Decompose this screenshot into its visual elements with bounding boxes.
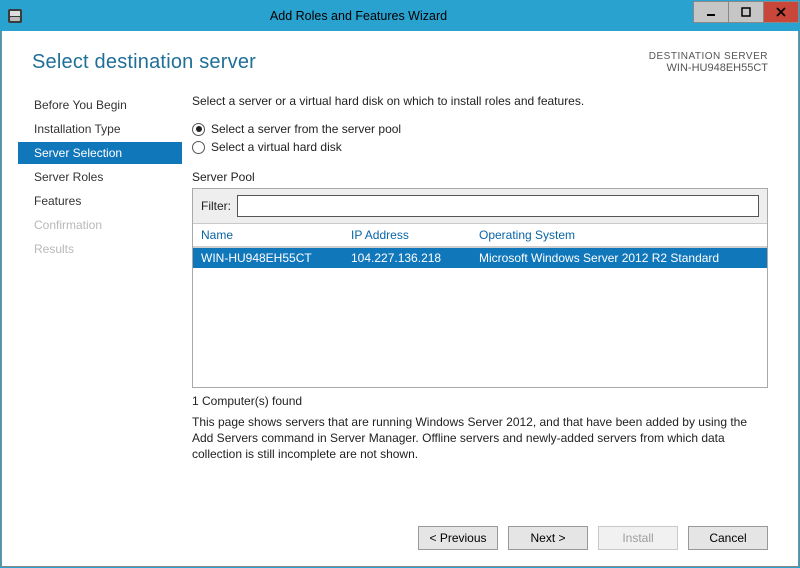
radio-vhd[interactable]: Select a virtual hard disk — [192, 140, 768, 154]
server-pool-box: Filter: Name IP Address Operating System… — [192, 188, 768, 388]
filter-row: Filter: — [193, 189, 767, 224]
col-os[interactable]: Operating System — [479, 228, 759, 242]
server-list: WIN-HU948EH55CT 104.227.136.218 Microsof… — [193, 248, 767, 387]
previous-button[interactable]: < Previous — [418, 526, 498, 550]
intro-text: Select a server or a virtual hard disk o… — [192, 94, 768, 108]
step-before-you-begin[interactable]: Before You Begin — [18, 94, 182, 116]
step-features[interactable]: Features — [18, 190, 182, 212]
server-os: Microsoft Windows Server 2012 R2 Standar… — [479, 251, 759, 265]
server-name: WIN-HU948EH55CT — [201, 251, 351, 265]
window-controls — [694, 1, 799, 31]
server-pool-label: Server Pool — [192, 170, 768, 184]
radio-vhd-label: Select a virtual hard disk — [211, 140, 342, 154]
close-button[interactable] — [763, 1, 799, 23]
step-installation-type[interactable]: Installation Type — [18, 118, 182, 140]
radio-dot-icon — [192, 141, 205, 154]
radio-server-pool-label: Select a server from the server pool — [211, 122, 401, 136]
step-server-selection[interactable]: Server Selection — [18, 142, 182, 164]
cancel-button[interactable]: Cancel — [688, 526, 768, 550]
computers-found-text: 1 Computer(s) found — [192, 394, 768, 408]
install-button: Install — [598, 526, 678, 550]
maximize-button[interactable] — [728, 1, 764, 23]
server-ip: 104.227.136.218 — [351, 251, 479, 265]
minimize-button[interactable] — [693, 1, 729, 23]
main-content: Select a server or a virtual hard disk o… — [182, 84, 798, 514]
wizard-footer: < Previous Next > Install Cancel — [2, 514, 798, 566]
filter-label: Filter: — [201, 199, 231, 213]
info-note: This page shows servers that are running… — [192, 414, 768, 463]
step-confirmation: Confirmation — [18, 214, 182, 236]
radio-server-pool[interactable]: Select a server from the server pool — [192, 122, 768, 136]
page-header: Select destination server DESTINATION SE… — [2, 31, 798, 84]
destination-label: DESTINATION SERVER — [649, 51, 768, 62]
radio-dot-icon — [192, 123, 205, 136]
col-name[interactable]: Name — [201, 228, 351, 242]
step-results: Results — [18, 238, 182, 260]
server-list-header: Name IP Address Operating System — [193, 224, 767, 248]
app-icon — [7, 8, 23, 24]
title-bar: Add Roles and Features Wizard — [1, 1, 799, 31]
server-row[interactable]: WIN-HU948EH55CT 104.227.136.218 Microsof… — [193, 248, 767, 268]
destination-info: DESTINATION SERVER WIN-HU948EH55CT — [649, 51, 768, 74]
filter-input[interactable] — [237, 195, 759, 217]
step-server-roles[interactable]: Server Roles — [18, 166, 182, 188]
window-title: Add Roles and Features Wizard — [23, 9, 694, 23]
col-ip[interactable]: IP Address — [351, 228, 479, 242]
next-button[interactable]: Next > — [508, 526, 588, 550]
page-title: Select destination server — [32, 51, 256, 74]
wizard-steps: Before You Begin Installation Type Serve… — [2, 84, 182, 514]
destination-value: WIN-HU948EH55CT — [649, 62, 768, 74]
